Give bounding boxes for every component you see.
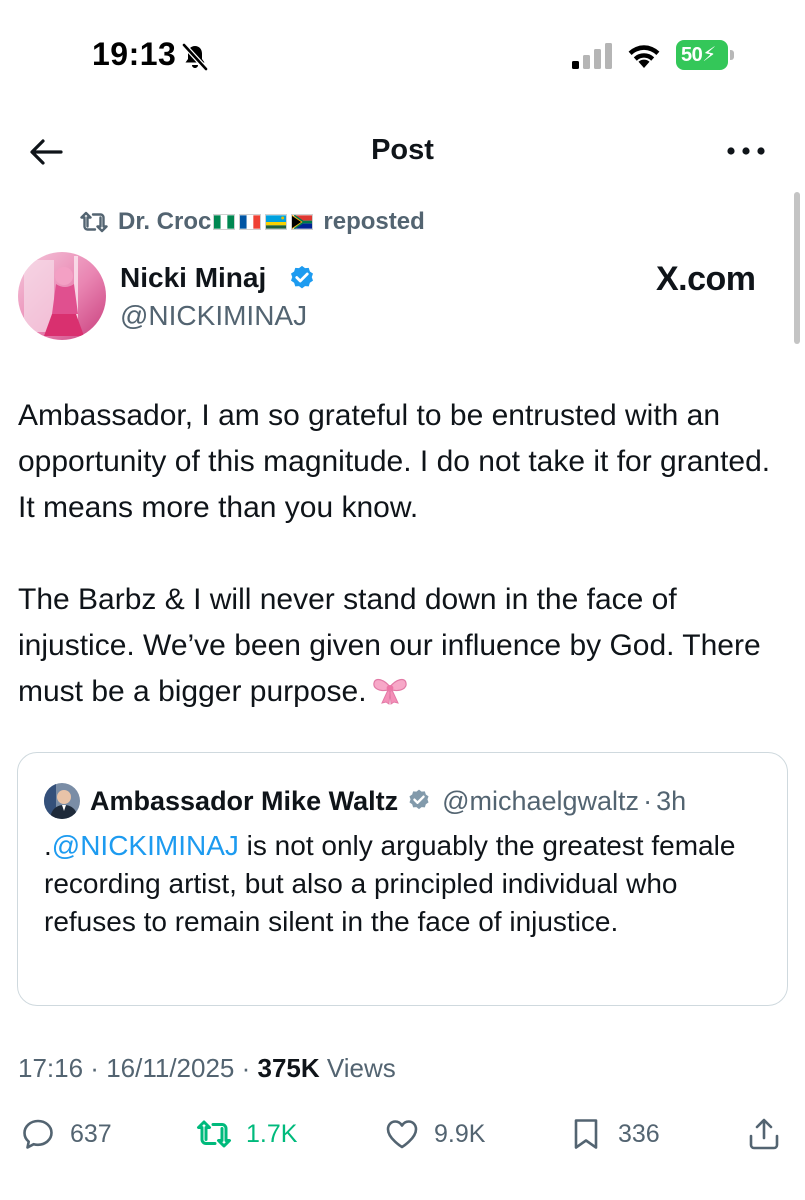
more-horizontal-icon[interactable]	[724, 136, 768, 166]
nigeria-flag-icon	[213, 214, 236, 230]
verified-badge-icon	[291, 265, 313, 289]
repost-button[interactable]: 1.7K	[196, 1114, 297, 1154]
mention-link[interactable]: @NICKIMINAJ	[52, 830, 239, 861]
quote-avatar-image	[44, 783, 80, 819]
quote-separator: ·	[643, 785, 653, 816]
reply-button[interactable]: 637	[20, 1114, 112, 1154]
france-flag-icon	[239, 214, 262, 230]
meta-separator: ·	[234, 1053, 258, 1083]
rwanda-flag-icon	[265, 214, 288, 230]
post-text: Ambassador, I am so grateful to be entru…	[18, 393, 788, 715]
quoted-post-card[interactable]: Ambassador Mike Waltz @michaelgwaltz · 3…	[17, 752, 788, 1006]
views-count[interactable]: 375K	[258, 1053, 320, 1083]
author-name[interactable]: Nicki Minaj	[120, 262, 266, 294]
reply-icon	[23, 1119, 53, 1149]
quote-timestamp: 3h	[656, 785, 687, 816]
government-verified-badge-icon	[409, 789, 429, 810]
quote-header: Ambassador Mike Waltz @michaelgwaltz · 3…	[90, 783, 686, 819]
x-com-watermark: X.com	[656, 260, 756, 298]
post-date: 16/11/2025	[106, 1053, 235, 1083]
post-paragraph: Ambassador, I am so grateful to be entru…	[18, 399, 771, 524]
post-detail-screen: 19:13 50⚡ Post Dr. Croc reposted Nicki M…	[0, 0, 805, 1200]
quote-avatar[interactable]	[44, 783, 80, 819]
bookmark-icon	[574, 1119, 598, 1149]
bookmark-button[interactable]: 336	[568, 1114, 660, 1154]
south-africa-flag-icon	[291, 214, 314, 230]
scrollbar[interactable]	[794, 192, 800, 344]
charging-bolt-icon: ⚡	[702, 44, 716, 66]
reposted-label: reposted	[323, 208, 425, 235]
post-meta: 17:16 · 16/11/2025 · 375K Views	[18, 1053, 396, 1084]
author-handle[interactable]: @NICKIMINAJ	[120, 300, 307, 332]
heart-icon	[386, 1120, 418, 1149]
battery-level: 50⚡	[676, 40, 728, 70]
cellular-signal-icon	[572, 43, 612, 69]
quote-author-handle[interactable]: @michaelgwaltz	[442, 786, 639, 817]
post-paragraph: The Barbz & I will never stand down in t…	[18, 577, 788, 715]
like-count: 9.9K	[434, 1119, 486, 1148]
avatar[interactable]	[18, 252, 106, 340]
reposter-name[interactable]: Dr. Croc	[118, 208, 211, 236]
meta-separator: ·	[83, 1053, 107, 1083]
repost-count: 1.7K	[246, 1119, 298, 1148]
ribbon-bow-emoji-icon	[372, 678, 407, 705]
share-icon	[749, 1118, 779, 1150]
post-time: 17:16	[18, 1053, 84, 1083]
quote-author-name[interactable]: Ambassador Mike Waltz	[90, 786, 398, 817]
silent-mode-icon	[182, 43, 208, 71]
bookmark-count: 336	[618, 1119, 660, 1148]
quote-text-prefix: .	[44, 830, 52, 861]
status-time: 19:13	[92, 36, 177, 72]
repost-icon	[80, 211, 108, 233]
repost-header[interactable]: Dr. Croc reposted	[80, 206, 425, 238]
page-title: Post	[371, 134, 434, 166]
wifi-icon	[628, 45, 660, 68]
repost-icon	[197, 1120, 231, 1148]
quote-text: .@NICKIMINAJ is not only arguably the gr…	[44, 827, 764, 941]
share-button[interactable]	[746, 1114, 782, 1154]
like-button[interactable]: 9.9K	[384, 1114, 485, 1154]
views-label: Views	[319, 1053, 396, 1083]
battery-icon: 50⚡	[676, 40, 734, 70]
avatar-image	[18, 252, 106, 340]
reposter-flags	[213, 214, 317, 230]
battery-tip	[730, 50, 734, 60]
reply-count: 637	[70, 1119, 112, 1148]
